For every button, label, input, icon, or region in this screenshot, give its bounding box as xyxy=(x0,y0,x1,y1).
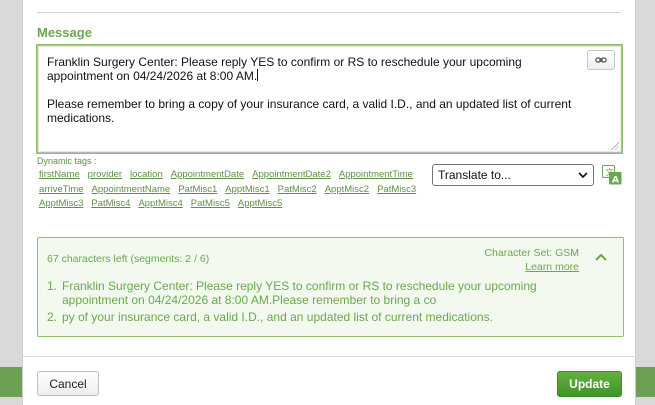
segment-text: py of your insurance card, a valid I.D.,… xyxy=(62,310,493,324)
cancel-button[interactable]: Cancel xyxy=(37,371,99,396)
tag-PatMisc5[interactable]: PatMisc5 xyxy=(191,198,230,210)
segment-text: Franklin Surgery Center: Please reply YE… xyxy=(62,279,537,307)
sms-preview-panel: 67 characters left (segments: 2 / 6) Cha… xyxy=(37,237,624,337)
footer-divider xyxy=(23,356,635,357)
tag-ApptMisc4[interactable]: ApptMisc4 xyxy=(138,198,182,210)
insert-link-button[interactable] xyxy=(587,50,615,70)
learn-more-link[interactable]: Learn more xyxy=(525,261,579,273)
chevron-down-icon xyxy=(578,172,588,178)
segment-number: 1. xyxy=(47,279,58,293)
segment-list: 1. Franklin Surgery Center: Please reply… xyxy=(47,279,587,327)
tag-ApptMisc1[interactable]: ApptMisc1 xyxy=(225,184,269,196)
characters-left: 67 characters left (segments: 2 / 6) xyxy=(47,253,210,265)
tag-PatMisc3[interactable]: PatMisc3 xyxy=(377,184,416,196)
text-caret xyxy=(257,69,259,81)
tag-AppointmentDate[interactable]: AppointmentDate xyxy=(171,169,244,181)
message-textarea[interactable]: Franklin Surgery Center: Please reply YE… xyxy=(37,45,622,153)
segment-item: 1. Franklin Surgery Center: Please reply… xyxy=(47,279,587,307)
message-line-2: Please remember to bring a copy of your … xyxy=(47,97,572,125)
message-text: Franklin Surgery Center: Please reply YE… xyxy=(47,55,577,139)
tag-PatMisc1[interactable]: PatMisc1 xyxy=(178,184,217,196)
dynamic-tags-list: firstName provider location AppointmentD… xyxy=(37,169,437,210)
tag-provider[interactable]: provider xyxy=(88,169,122,181)
message-line-1: Franklin Surgery Center: Please reply YE… xyxy=(47,55,522,83)
message-dialog: Message Franklin Surgery Center: Please … xyxy=(22,0,636,405)
tag-location[interactable]: location xyxy=(130,169,163,181)
tag-AppointmentName[interactable]: AppointmentName xyxy=(92,184,171,196)
tag-arriveTime[interactable]: arriveTime xyxy=(39,184,84,196)
translate-selected-value: Translate to... xyxy=(438,168,511,182)
tag-firstName[interactable]: firstName xyxy=(39,169,80,181)
update-button[interactable]: Update xyxy=(557,371,622,397)
divider xyxy=(37,12,621,13)
dynamic-tags-title: Dynamic tags : xyxy=(37,156,97,166)
tag-AppointmentTime[interactable]: AppointmentTime xyxy=(339,169,413,181)
segment-number: 2. xyxy=(47,310,58,324)
link-icon xyxy=(595,57,607,63)
tag-PatMisc4[interactable]: PatMisc4 xyxy=(91,198,130,210)
resize-grip[interactable] xyxy=(611,142,619,150)
tag-PatMisc2[interactable]: PatMisc2 xyxy=(278,184,317,196)
message-label: Message xyxy=(37,25,92,40)
translate-select[interactable]: Translate to... xyxy=(432,164,594,186)
svg-text:A: A xyxy=(612,176,619,186)
translate-icon[interactable]: 文 A xyxy=(602,165,622,185)
tag-AppointmentDate2[interactable]: AppointmentDate2 xyxy=(252,169,331,181)
tag-ApptMisc5[interactable]: ApptMisc5 xyxy=(238,198,282,210)
tag-ApptMisc3[interactable]: ApptMisc3 xyxy=(39,198,83,210)
segment-item: 2. py of your insurance card, a valid I.… xyxy=(47,310,587,324)
tag-ApptMisc2[interactable]: ApptMisc2 xyxy=(325,184,369,196)
character-set: Character Set: GSM xyxy=(484,247,579,259)
chevron-up-icon[interactable] xyxy=(595,253,607,261)
